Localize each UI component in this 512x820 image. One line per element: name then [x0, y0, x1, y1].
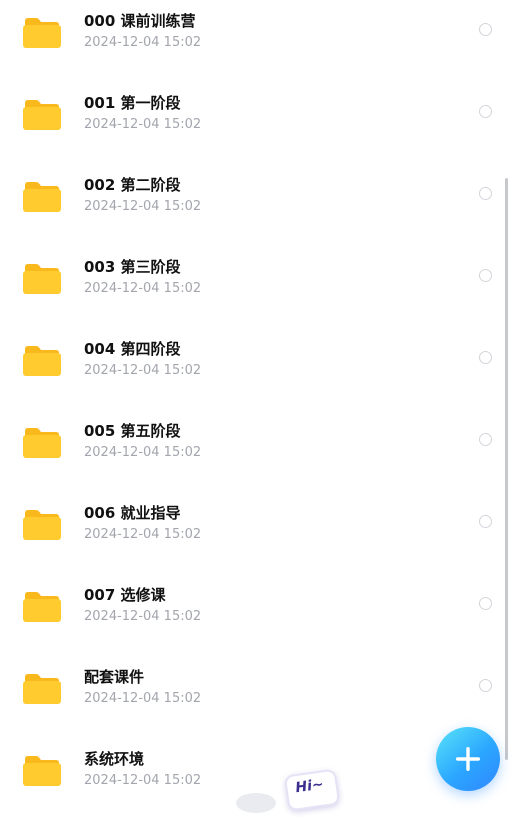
file-row[interactable]: 000 课前训练营 2024-12-04 15:02 [0, 0, 512, 82]
folder-icon [23, 100, 61, 130]
file-row[interactable]: 配套课件 2024-12-04 15:02 [0, 656, 512, 738]
add-button[interactable] [436, 727, 500, 791]
file-date: 2024-12-04 15:02 [84, 773, 202, 788]
folder-icon [23, 346, 61, 376]
file-row[interactable]: 002 第二阶段 2024-12-04 15:02 [0, 164, 512, 246]
file-date: 2024-12-04 15:02 [84, 281, 202, 296]
select-radio[interactable] [479, 105, 492, 118]
file-date: 2024-12-04 15:02 [84, 363, 202, 378]
file-row[interactable]: 003 第三阶段 2024-12-04 15:02 [0, 246, 512, 328]
file-date: 2024-12-04 15:02 [84, 445, 202, 460]
folder-icon [23, 182, 61, 212]
file-name: 003 第三阶段 [84, 258, 181, 276]
scrollbar[interactable] [505, 178, 508, 760]
file-list: 000 课前训练营 2024-12-04 15:02 001 第一阶段 2024… [0, 0, 512, 800]
folder-icon [23, 264, 61, 294]
file-date: 2024-12-04 15:02 [84, 527, 202, 542]
folder-icon [23, 756, 61, 786]
folder-icon [23, 428, 61, 458]
file-date: 2024-12-04 15:02 [84, 199, 202, 214]
select-radio[interactable] [479, 23, 492, 36]
file-date: 2024-12-04 15:02 [84, 35, 202, 50]
folder-icon [23, 510, 61, 540]
select-radio[interactable] [479, 597, 492, 610]
select-radio[interactable] [479, 433, 492, 446]
file-name: 000 课前训练营 [84, 12, 196, 30]
file-row[interactable]: 004 第四阶段 2024-12-04 15:02 [0, 328, 512, 410]
file-row[interactable]: 001 第一阶段 2024-12-04 15:02 [0, 82, 512, 164]
mascot-blob [236, 793, 276, 813]
select-radio[interactable] [479, 269, 492, 282]
file-name: 006 就业指导 [84, 504, 181, 522]
file-name: 001 第一阶段 [84, 94, 181, 112]
file-name: 004 第四阶段 [84, 340, 181, 358]
file-date: 2024-12-04 15:02 [84, 117, 202, 132]
mascot-label: Hi~ [294, 776, 325, 797]
select-radio[interactable] [479, 187, 492, 200]
file-row[interactable]: 006 就业指导 2024-12-04 15:02 [0, 492, 512, 574]
file-name: 005 第五阶段 [84, 422, 181, 440]
select-radio[interactable] [479, 679, 492, 692]
mascot-hi-badge[interactable]: Hi~ [283, 768, 341, 812]
file-name: 007 选修课 [84, 586, 166, 604]
plus-icon [456, 747, 480, 771]
file-date: 2024-12-04 15:02 [84, 691, 202, 706]
file-name: 配套课件 [84, 668, 145, 686]
folder-icon [23, 18, 61, 48]
folder-icon [23, 592, 61, 622]
select-radio[interactable] [479, 515, 492, 528]
select-radio[interactable] [479, 351, 492, 364]
file-name: 系统环境 [84, 750, 145, 768]
file-row[interactable]: 005 第五阶段 2024-12-04 15:02 [0, 410, 512, 492]
folder-icon [23, 674, 61, 704]
file-row[interactable]: 007 选修课 2024-12-04 15:02 [0, 574, 512, 656]
file-name: 002 第二阶段 [84, 176, 181, 194]
file-date: 2024-12-04 15:02 [84, 609, 202, 624]
